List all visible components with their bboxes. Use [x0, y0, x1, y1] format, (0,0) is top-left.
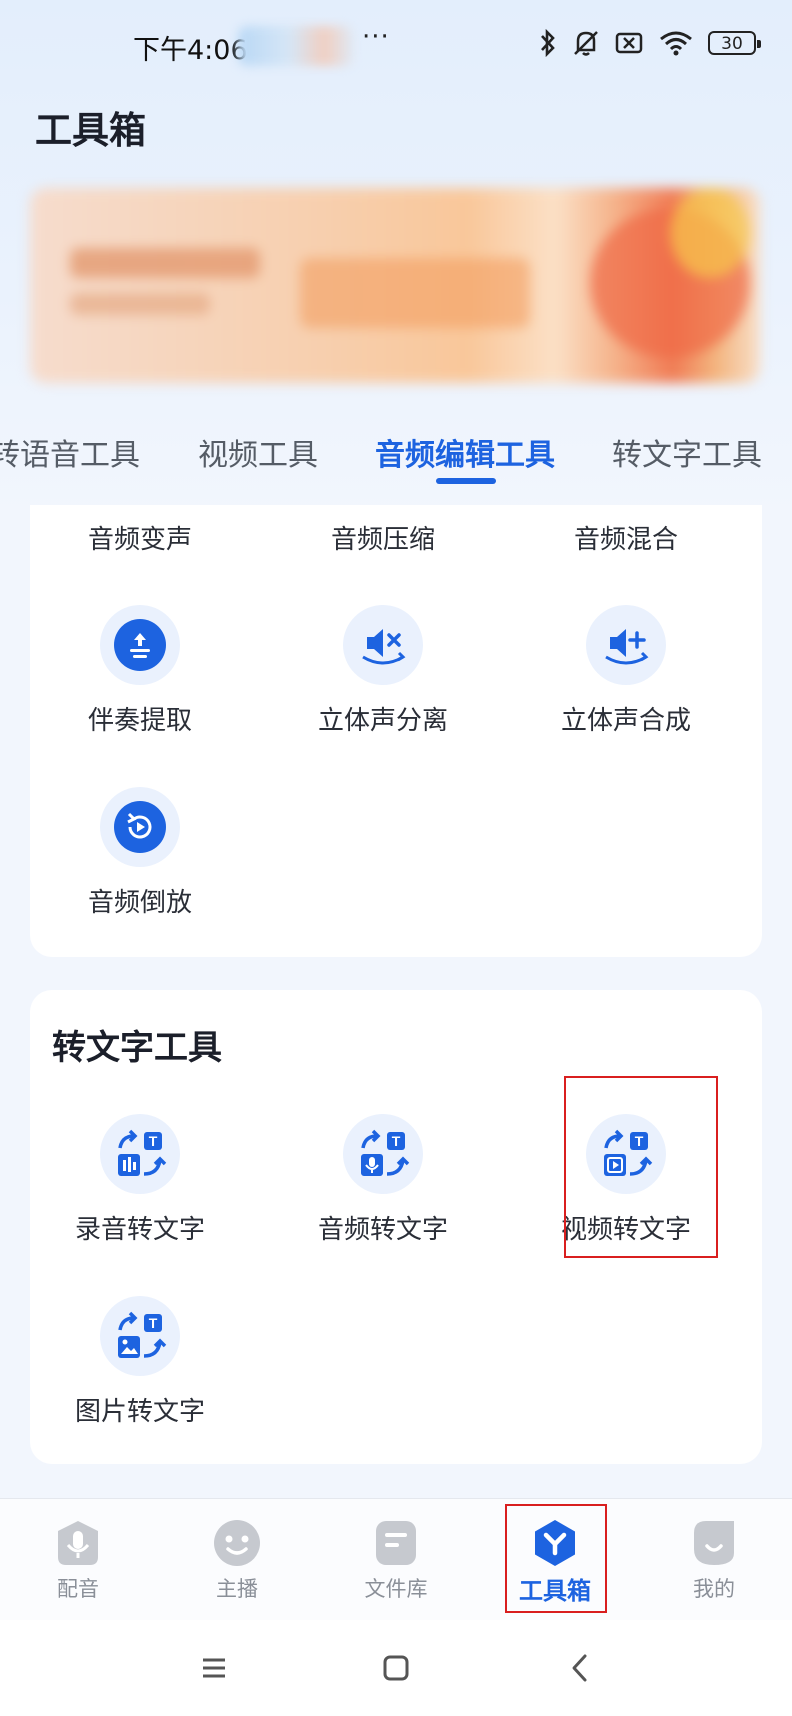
accompaniment-extract-icon: [114, 619, 166, 671]
menu-icon[interactable]: [200, 1650, 228, 1686]
status-icons: 30: [538, 28, 761, 58]
bottom-nav: 配音 主播 文件库 工具箱 我的: [0, 1498, 792, 1621]
home-icon[interactable]: [382, 1650, 410, 1686]
nav-dubbing[interactable]: 配音: [8, 1499, 148, 1621]
battery-icon: 30: [708, 31, 761, 55]
tab-to-text-tools[interactable]: 转文字工具: [612, 430, 762, 474]
nav-label: 主播: [216, 1577, 258, 1601]
nav-label: 配音: [57, 1577, 99, 1601]
section-title: 转文字工具: [52, 1028, 222, 1068]
anchor-icon: [214, 1520, 260, 1566]
status-time: 下午4:06: [133, 35, 248, 66]
highlight-video-to-text: [564, 1076, 718, 1258]
page-title: 工具箱: [35, 109, 146, 152]
tool-label: 音频倒放: [87, 888, 192, 918]
bluetooth-icon: [541, 28, 555, 58]
nav-anchor[interactable]: 主播: [167, 1499, 307, 1621]
profile-icon: [694, 1521, 734, 1565]
tool-label: 立体声分离: [317, 706, 448, 736]
tool-audio-to-text[interactable]: T 音频转文字: [273, 1114, 493, 1246]
tool-accompaniment-extract[interactable]: 伴奏提取: [30, 605, 250, 737]
tool-audio-reverse[interactable]: 音频倒放: [30, 787, 250, 919]
notification-blur: [238, 26, 353, 66]
tool-stereo-merge[interactable]: 立体声合成: [516, 605, 736, 737]
nav-label: 我的: [693, 1577, 735, 1601]
recording-to-text-icon: T: [118, 1129, 167, 1176]
highlight-nav-toolbox: [505, 1504, 607, 1613]
status-bar: 下午4:06 ··· 30: [0, 0, 792, 92]
audio-edit-tools-card: 音频变声 音频压缩 音频混合 伴奏提取 立体声分离 立体声合成 音频倒放: [30, 505, 762, 957]
audio-to-text-icon: T: [361, 1129, 410, 1176]
system-nav-bar: [0, 1620, 792, 1716]
tool-image-to-text[interactable]: T 图片转文字: [30, 1296, 250, 1428]
promo-banner[interactable]: [30, 188, 760, 383]
tab-video-tools[interactable]: 视频工具: [198, 430, 318, 474]
mute-bell-icon: [574, 31, 598, 56]
dubbing-icon: [58, 1521, 98, 1565]
svg-text:T: T: [392, 1133, 401, 1149]
tool-label: 立体声合成: [560, 706, 691, 736]
audio-reverse-icon: [114, 801, 166, 853]
tool-voice-change[interactable]: 音频变声: [30, 519, 250, 556]
back-icon[interactable]: [568, 1650, 592, 1686]
nav-label: 文件库: [364, 1577, 428, 1601]
image-to-text-icon: T: [118, 1311, 167, 1358]
status-more-icon: ···: [362, 22, 390, 52]
tool-label: 图片转文字: [74, 1397, 205, 1427]
stereo-merge-icon: [605, 629, 649, 665]
nav-file-library[interactable]: 文件库: [326, 1499, 466, 1621]
file-library-icon: [376, 1521, 416, 1565]
svg-text:T: T: [149, 1133, 158, 1149]
tab-tts-tools[interactable]: 转语音工具: [0, 430, 140, 474]
tool-recording-to-text[interactable]: T 录音转文字: [30, 1114, 250, 1246]
tool-label: 录音转文字: [74, 1215, 205, 1245]
tool-audio-mix[interactable]: 音频混合: [516, 519, 736, 556]
stereo-split-icon: [362, 629, 406, 665]
tab-audio-edit-tools[interactable]: 音频编辑工具: [375, 430, 555, 474]
tool-audio-compress[interactable]: 音频压缩: [273, 519, 493, 556]
tool-label: 伴奏提取: [87, 706, 192, 736]
tool-stereo-split[interactable]: 立体声分离: [273, 605, 493, 737]
nav-profile[interactable]: 我的: [644, 1499, 784, 1621]
wifi-icon: [660, 31, 692, 56]
category-tabs: 转语音工具 视频工具 音频编辑工具 转文字工具: [0, 420, 792, 490]
active-tab-indicator: [436, 478, 496, 484]
tool-label: 音频转文字: [317, 1215, 448, 1245]
no-sim-icon: [615, 32, 643, 54]
svg-text:T: T: [149, 1315, 158, 1331]
